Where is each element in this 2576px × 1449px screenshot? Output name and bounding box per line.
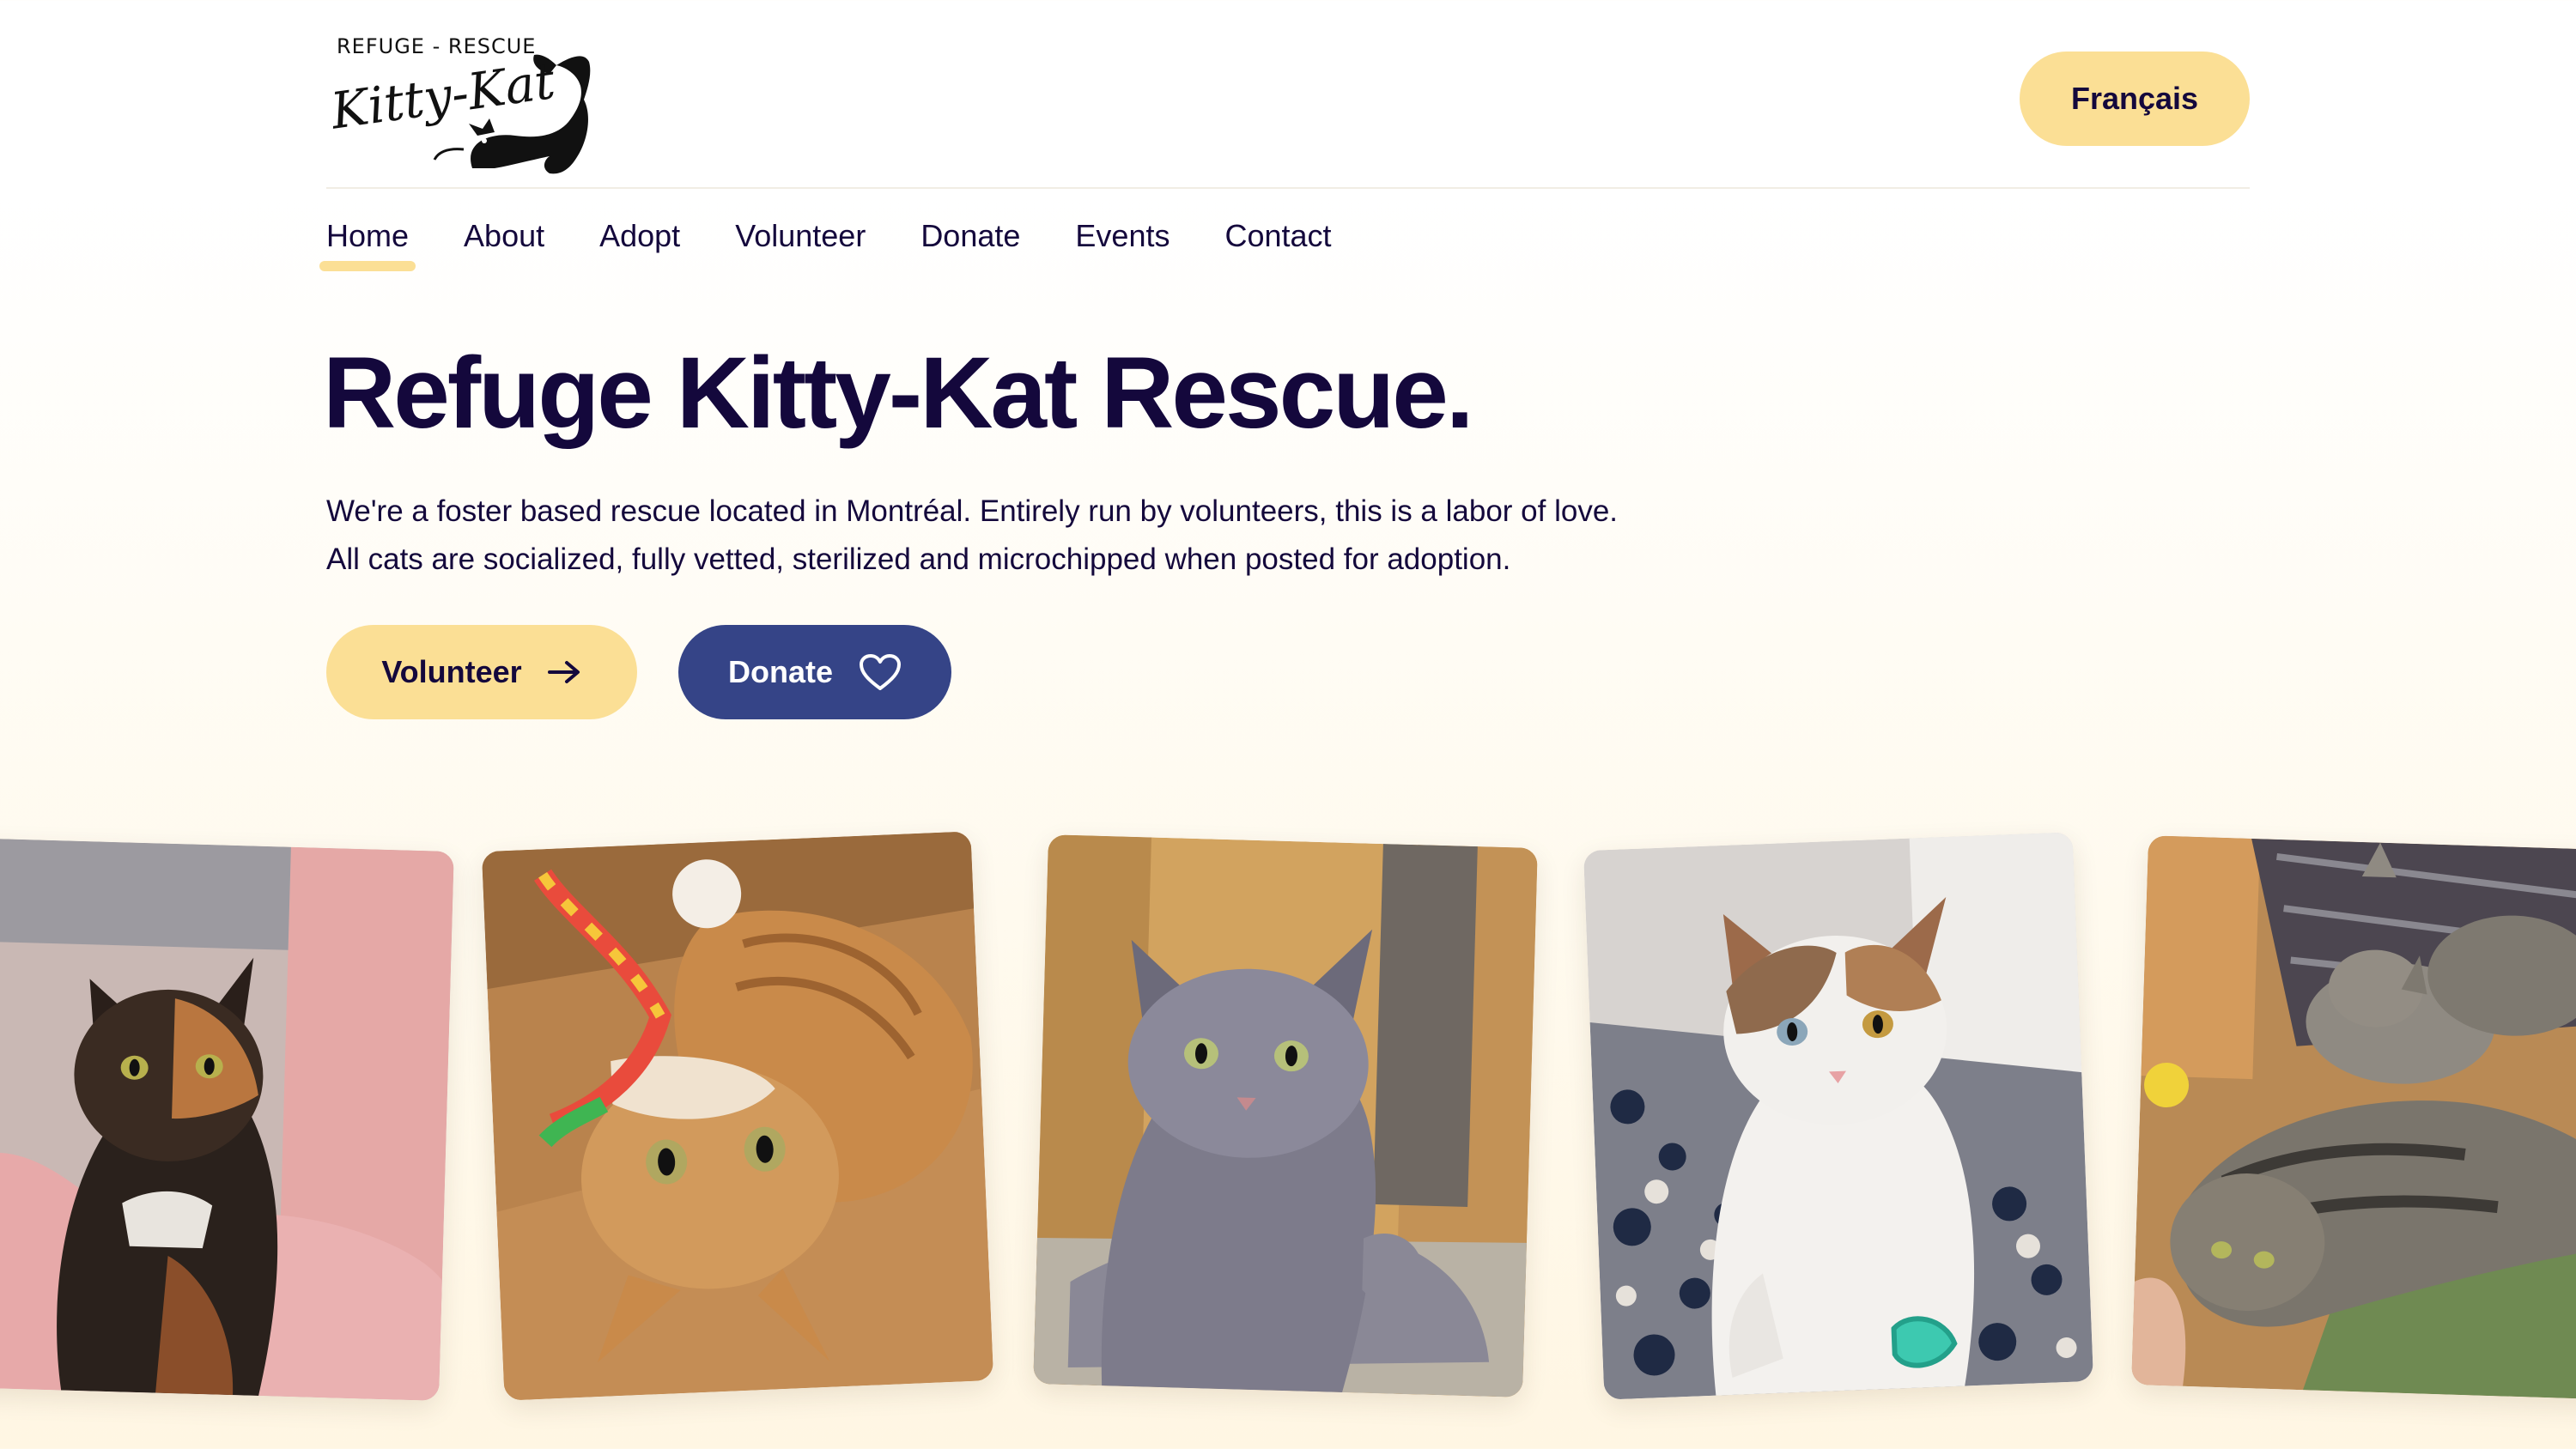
page-title: Refuge Kitty-Kat Rescue. bbox=[323, 336, 1474, 450]
gallery-photo[interactable] bbox=[0, 838, 454, 1401]
gallery-photo[interactable] bbox=[1583, 832, 2094, 1400]
volunteer-button-label: Volunteer bbox=[381, 654, 522, 689]
nav-item-home[interactable]: Home bbox=[319, 213, 416, 271]
nav-item-volunteer[interactable]: Volunteer bbox=[735, 213, 866, 259]
hero-description: We're a foster based rescue located in M… bbox=[326, 488, 1618, 584]
cta-row: Volunteer Donate bbox=[326, 625, 951, 719]
donate-button[interactable]: Donate bbox=[678, 625, 951, 719]
heart-outline-icon bbox=[860, 654, 901, 690]
nav-item-donate[interactable]: Donate bbox=[920, 213, 1020, 259]
nav-item-events[interactable]: Events bbox=[1075, 213, 1170, 259]
cat-photo bbox=[481, 831, 994, 1401]
site-logo[interactable]: REFUGE - RESCUE Kitty-Kat bbox=[326, 31, 592, 177]
site-header: REFUGE - RESCUE Kitty-Kat Français bbox=[326, 0, 2250, 189]
hero-description-line: We're a foster based rescue located in M… bbox=[326, 494, 1619, 528]
cat-gallery bbox=[0, 824, 2576, 1425]
gallery-photo[interactable] bbox=[1033, 834, 1538, 1397]
nav-item-adopt[interactable]: Adopt bbox=[599, 213, 680, 259]
arrow-right-icon bbox=[547, 661, 580, 683]
main-nav: Home About Adopt Volunteer Donate Events… bbox=[319, 213, 1332, 282]
cat-photo bbox=[0, 838, 454, 1401]
hero-description-line: All cats are socialized, fully vetted, s… bbox=[326, 543, 1511, 576]
nav-item-about[interactable]: About bbox=[464, 213, 544, 259]
gallery-photo[interactable] bbox=[481, 831, 994, 1401]
donate-button-label: Donate bbox=[727, 654, 833, 689]
cat-photo bbox=[1033, 834, 1538, 1397]
nav-item-contact[interactable]: Contact bbox=[1224, 213, 1331, 259]
language-toggle-button[interactable]: Français bbox=[2020, 52, 2250, 146]
cat-photo bbox=[1583, 832, 2094, 1400]
volunteer-button[interactable]: Volunteer bbox=[326, 625, 637, 719]
gallery-photo[interactable] bbox=[2131, 835, 2576, 1400]
cat-photo bbox=[2131, 835, 2576, 1400]
